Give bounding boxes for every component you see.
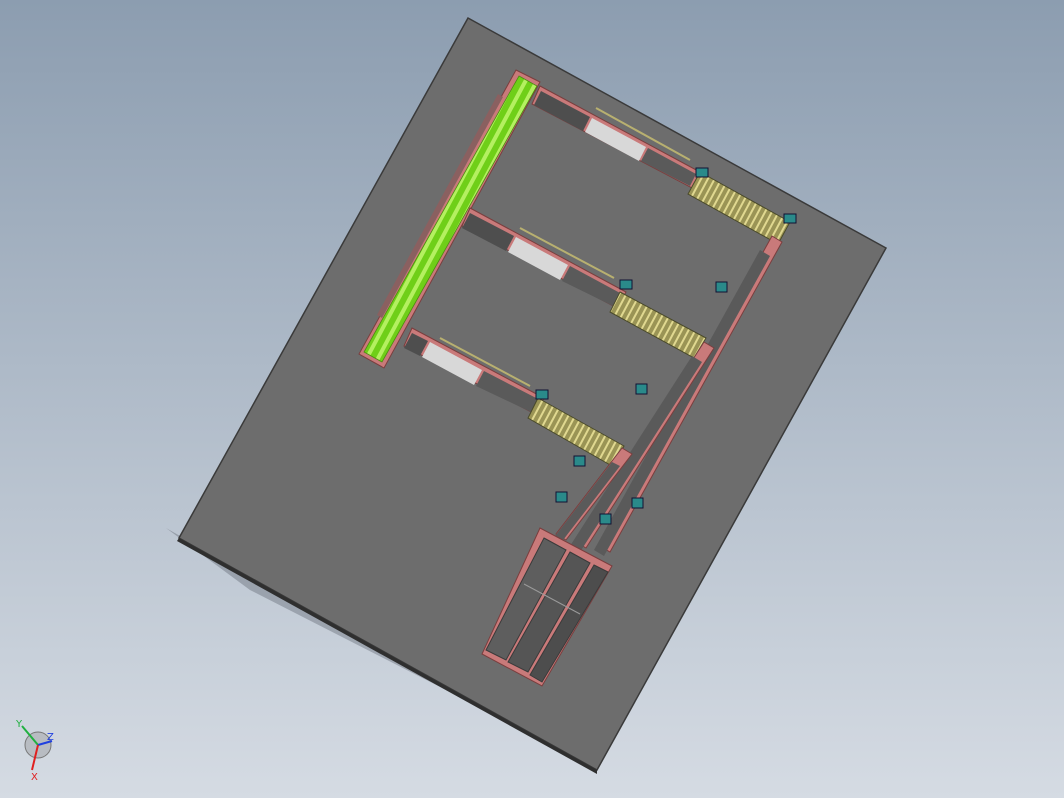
triad-y-label: Y	[15, 719, 23, 730]
motor-8	[555, 491, 568, 503]
motor-2	[783, 213, 797, 224]
motor-3	[619, 279, 633, 290]
motor-1	[695, 167, 709, 178]
cad-viewport[interactable]: Y Z X	[0, 0, 1064, 798]
motor-6	[635, 383, 648, 395]
motor-10	[631, 497, 644, 509]
motor-7	[573, 455, 586, 467]
motor-9	[599, 513, 612, 525]
triad-x-label: X	[31, 772, 38, 783]
motor-5	[535, 389, 549, 400]
triad-z-label: Z	[47, 732, 54, 743]
motor-4	[715, 281, 728, 293]
